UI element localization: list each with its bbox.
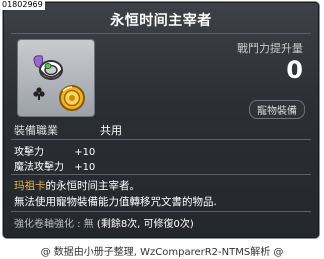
enhance-detail: (剩餘8次, 可修復0次) xyxy=(96,219,194,230)
stat-value: +10 xyxy=(74,147,96,158)
job-value: 共用 xyxy=(100,124,122,137)
divider-stats xyxy=(11,174,311,175)
job-row: 裝備職業 共用 xyxy=(14,122,122,138)
power-increase-value: 0 xyxy=(286,56,303,84)
divider-desc xyxy=(11,211,311,212)
pet-equipment-icon xyxy=(33,55,85,111)
job-label: 裝備職業 xyxy=(14,124,58,137)
stat-row-attack: 攻擊力 +10 xyxy=(14,143,95,158)
stat-value: +10 xyxy=(74,162,96,173)
divider-job xyxy=(11,139,311,140)
stat-name: 魔法攻擊力 xyxy=(14,162,64,173)
enhance-row: 強化卷軸強化 : 無 (剩餘8次, 可修復0次) xyxy=(14,215,194,230)
description-line-1: 玛祖卡的永恒时间主宰者。 xyxy=(14,178,140,193)
item-id: 01802969 xyxy=(0,0,45,10)
item-tooltip: 永恒时间主宰者 戰鬥力提升量 0 寵物裝備 裝備職業 共用 攻擊力 +10 魔法… xyxy=(2,1,320,239)
power-increase-label: 戰鬥力提升量 xyxy=(237,42,303,55)
stat-name: 攻擊力 xyxy=(14,147,44,158)
pet-equipment-badge: 寵物裝備 xyxy=(249,100,305,119)
divider-top xyxy=(11,33,311,34)
enhance-label: 強化卷軸強化 : 無 xyxy=(14,219,94,230)
description-highlight: 玛祖卡 xyxy=(14,180,46,192)
footer-credit: @ 数据由小册子整理, WzComparerR2-NTMS解析 @ xyxy=(40,247,284,258)
description-line-2: 無法使用寵物裝備能力值轉移咒文書的物品. xyxy=(14,196,217,208)
stat-row-magic-attack: 魔法攻擊力 +10 xyxy=(14,158,95,173)
description-rest: 的永恒时间主宰者。 xyxy=(45,180,141,192)
item-icon-frame xyxy=(17,39,95,117)
item-title: 永恒时间主宰者 xyxy=(110,13,212,29)
